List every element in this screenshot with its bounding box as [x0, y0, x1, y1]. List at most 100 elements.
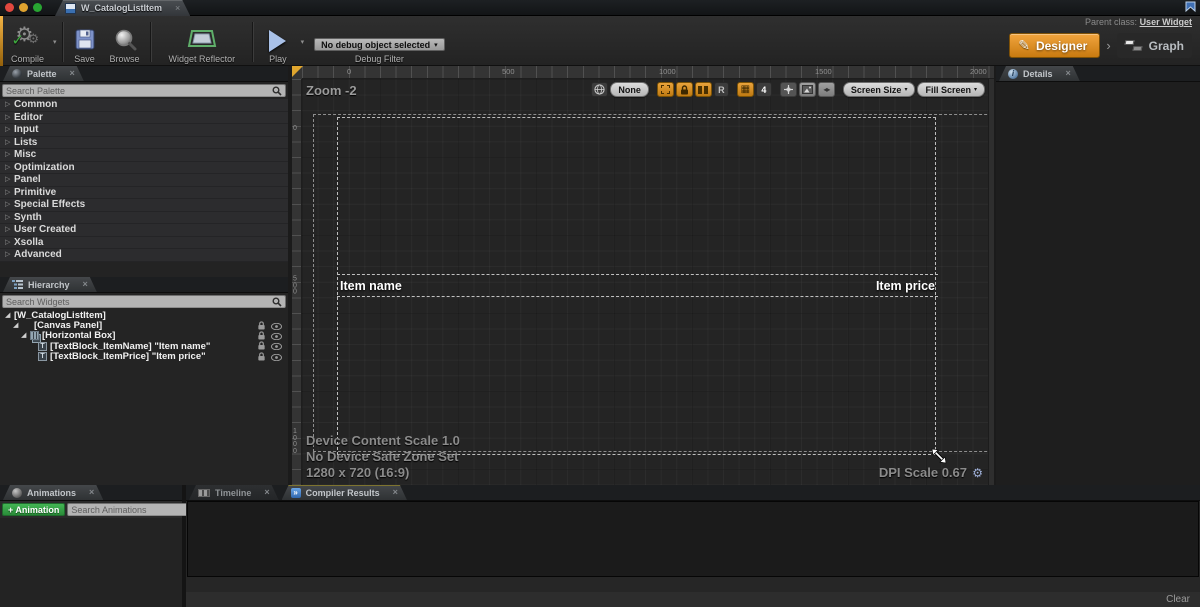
palette-category-primitive[interactable]: ▷Primitive [0, 187, 288, 200]
expand-arrow-icon[interactable]: ▷ [5, 151, 14, 158]
collapse-arrow-icon[interactable]: ◢ [21, 332, 30, 339]
tab-animations[interactable]: Animations × [3, 485, 103, 500]
expand-arrow-icon[interactable]: ▷ [5, 126, 14, 133]
horizontal-box-outline[interactable]: Item name Item price [337, 274, 938, 297]
add-animation-button[interactable]: + Animation [2, 503, 65, 516]
expand-arrow-icon[interactable]: ▷ [5, 226, 14, 233]
expand-arrow-icon[interactable]: ▷ [5, 201, 14, 208]
lock-icon [680, 85, 689, 95]
palette-category-advanced[interactable]: ▷Advanced [0, 249, 288, 262]
hierarchy-item-label: [Canvas Panel] [34, 320, 102, 331]
parent-class-value[interactable]: User Widget [1140, 17, 1192, 27]
item-price-textblock[interactable]: Item price [876, 279, 935, 293]
close-icon[interactable]: × [83, 280, 88, 289]
tab-compiler-results[interactable]: » Compiler Results × [282, 485, 407, 500]
palette-category-label: Input [14, 124, 38, 135]
localization-preview-button[interactable] [591, 82, 608, 97]
screen-size-dropdown[interactable]: Screen Size ▾ [843, 82, 916, 97]
palette-category-misc[interactable]: ▷Misc [0, 149, 288, 162]
palette-category-synth[interactable]: ▷Synth [0, 212, 288, 225]
collapse-arrow-icon[interactable]: ◢ [13, 322, 22, 329]
tab-palette[interactable]: Palette × [3, 66, 84, 81]
tab-timeline[interactable]: Timeline × [189, 485, 279, 500]
item-name-textblock[interactable]: Item name [340, 279, 402, 293]
compile-options-caret[interactable]: ▾ [53, 38, 57, 46]
lock-widgets-button[interactable] [676, 82, 693, 97]
animations-toolbar: + Animation [0, 501, 182, 518]
animations-list-area[interactable] [0, 518, 182, 607]
expand-arrow-icon[interactable]: ▷ [5, 139, 14, 146]
expand-arrow-icon[interactable]: ▷ [5, 101, 14, 108]
close-icon[interactable]: × [393, 488, 398, 497]
palette-category-common[interactable]: ▷Common [0, 99, 288, 112]
play-button[interactable]: Play [257, 20, 299, 64]
tab-details[interactable]: i Details × [999, 66, 1080, 81]
debug-object-dropdown[interactable]: No debug object selected ▾ [314, 38, 445, 51]
grid-snap-size-dropdown[interactable]: 4 [756, 82, 772, 97]
play-options-caret[interactable]: ▾ [301, 38, 305, 46]
close-icon[interactable]: × [70, 69, 75, 78]
hierarchy-search-input[interactable] [6, 297, 272, 307]
palette-category-user-created[interactable]: ▷User Created [0, 224, 288, 237]
palette-category-special-effects[interactable]: ▷Special Effects [0, 199, 288, 212]
dpi-settings-gear-icon[interactable]: ⚙ [972, 466, 983, 480]
palette-category-editor[interactable]: ▷Editor [0, 112, 288, 125]
expand-arrow-icon[interactable]: ▷ [5, 114, 14, 121]
close-icon[interactable]: × [264, 488, 269, 497]
close-icon[interactable]: × [175, 4, 180, 13]
minimize-window-button[interactable] [19, 3, 28, 12]
respect-locks-button[interactable]: R [714, 82, 729, 97]
ruler-v-label-1000: 1000 [293, 429, 297, 455]
expand-arrow-icon[interactable]: ▷ [5, 164, 14, 171]
close-window-button[interactable] [5, 3, 14, 12]
resize-handle-icon[interactable] [930, 447, 948, 465]
hierarchy-row-w-cataloglistitem[interactable]: ◢[W_CatalogListItem] [0, 310, 288, 320]
expand-arrow-icon[interactable]: ▷ [5, 214, 14, 221]
palette-category-xsolla[interactable]: ▷Xsolla [0, 237, 288, 250]
maximize-window-button[interactable] [33, 3, 42, 12]
palette-category-optimization[interactable]: ▷Optimization [0, 162, 288, 175]
flip-preview-button[interactable]: ◂▸ [818, 82, 835, 97]
close-icon[interactable]: × [89, 488, 94, 497]
hierarchy-row-textblock-itemprice[interactable]: T[TextBlock_ItemPrice] "Item price" [0, 352, 288, 362]
lock-icon[interactable] [257, 348, 266, 366]
chevron-down-icon: ▾ [904, 86, 907, 93]
grid-snap-toggle-button[interactable]: ▦ [737, 82, 754, 97]
canvas-scrollbar[interactable] [988, 79, 994, 485]
compile-button[interactable]: ⚙ ⚙ ✓ Compile [4, 20, 51, 64]
fill-rules-button[interactable] [695, 82, 712, 97]
graph-mode-button[interactable]: Graph [1117, 33, 1192, 58]
hierarchy-row-canvas-panel[interactable]: ◢ [Canvas Panel] [0, 320, 288, 330]
widget-reflector-button[interactable]: Widget Reflector [155, 20, 250, 64]
hierarchy-row-horizontal-box[interactable]: ◢ [Horizontal Box] [0, 331, 288, 341]
close-icon[interactable]: × [1066, 69, 1071, 78]
design-canvas[interactable]: Zoom -2 None [302, 79, 994, 485]
animations-search-input[interactable] [71, 505, 188, 515]
palette-category-input[interactable]: ▷Input [0, 124, 288, 137]
tab-hierarchy[interactable]: Hierarchy × [3, 277, 97, 292]
anchor-visibility-button[interactable] [657, 82, 674, 97]
palette-category-panel[interactable]: ▷Panel [0, 174, 288, 187]
expand-arrow-icon[interactable]: ▷ [5, 239, 14, 246]
render-preview-button[interactable] [799, 82, 816, 97]
asset-tab[interactable]: W_CatalogListItem × [55, 0, 190, 16]
preview-culture-button[interactable]: None [610, 82, 649, 97]
designer-mode-button[interactable]: ✎ Designer [1009, 33, 1100, 58]
expand-arrow-icon[interactable]: ▷ [5, 176, 14, 183]
eye-visibility-icon[interactable] [271, 348, 282, 366]
compiler-results-output[interactable] [187, 501, 1199, 577]
translate-mode-button[interactable] [780, 82, 797, 97]
hierarchy-item-label: [Horizontal Box] [42, 330, 115, 341]
palette-category-label: Xsolla [14, 237, 43, 248]
save-button[interactable]: Save [67, 20, 103, 64]
browse-button[interactable]: Browse [103, 20, 147, 64]
palette-search-input[interactable] [6, 86, 272, 96]
designer-pen-icon: ✎ [1018, 37, 1030, 54]
fill-screen-dropdown[interactable]: Fill Screen ▾ [917, 82, 985, 97]
expand-arrow-icon[interactable]: ▷ [5, 189, 14, 196]
clear-button[interactable]: Clear [1166, 594, 1190, 605]
hierarchy-row-textblock-itemname[interactable]: T[TextBlock_ItemName] "Item name" [0, 341, 288, 351]
palette-category-lists[interactable]: ▷Lists [0, 137, 288, 150]
expand-arrow-icon[interactable]: ▷ [5, 251, 14, 258]
collapse-arrow-icon[interactable]: ◢ [5, 312, 14, 319]
